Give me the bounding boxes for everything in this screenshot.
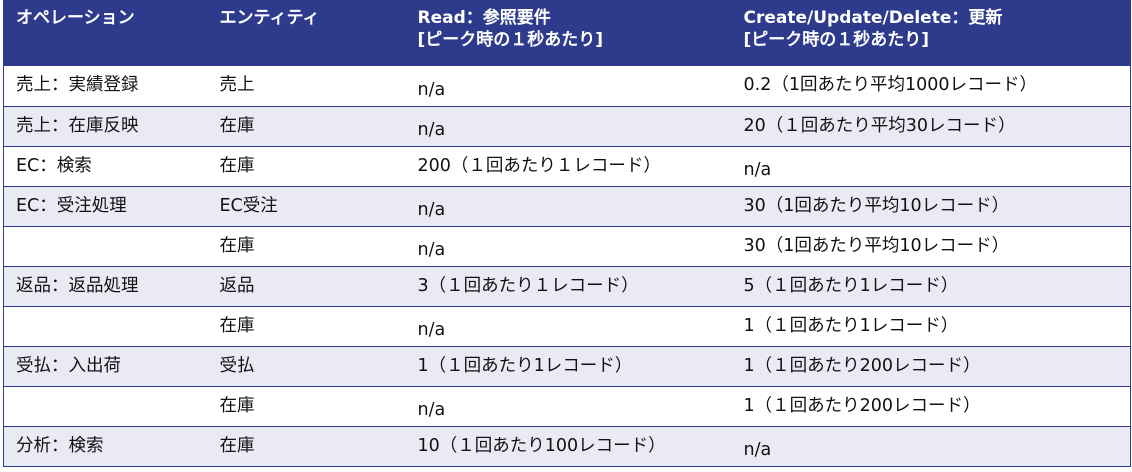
- cell-entity: 在庫: [207, 146, 406, 187]
- table-header: オペレーション エンティティ Read：参照要件 [ピーク時の１秒あたり] Cr…: [3, 0, 1131, 66]
- cell-read: 10（１回あたり100レコード）: [405, 426, 732, 467]
- cell-entity: 在庫: [207, 226, 406, 267]
- table-row: 在庫 n/a 1（１回あたり200レコード）: [3, 386, 1131, 427]
- cell-cud: 0.2（1回あたり平均1000レコード）: [731, 66, 1131, 107]
- header-read: Read：参照要件 [ピーク時の１秒あたり]: [417, 8, 604, 50]
- cell-entity: 在庫: [207, 426, 406, 467]
- cell-cud: 1（１回あたり200レコード）: [731, 386, 1131, 427]
- header-operation: オペレーション: [16, 8, 135, 28]
- cell-cud: 30（1回あたり平均10レコード）: [731, 186, 1131, 227]
- cell-operation: 売上：在庫反映: [3, 106, 208, 147]
- cell-operation: [3, 226, 208, 267]
- cell-operation: 売上：実績登録: [3, 66, 208, 107]
- cell-operation: [3, 386, 208, 427]
- table-row: 返品：返品処理 返品 3（１回あたり１レコード） 5（１回あたり1レコード）: [3, 266, 1131, 307]
- cell-cud: 20（１回あたり平均30レコード）: [731, 106, 1131, 147]
- cell-read: n/a: [405, 226, 732, 267]
- cell-read: n/a: [405, 66, 732, 107]
- header-entity: エンティティ: [219, 8, 320, 28]
- cell-operation: EC：検索: [3, 146, 208, 187]
- table-row: EC：受注処理 EC受注 n/a 30（1回あたり平均10レコード）: [3, 186, 1131, 227]
- requirements-table: オペレーション エンティティ Read：参照要件 [ピーク時の１秒あたり] Cr…: [3, 0, 1131, 467]
- cell-read: 1（１回あたり1レコード）: [405, 346, 732, 387]
- table-row: 在庫 n/a 30（1回あたり平均10レコード）: [3, 226, 1131, 267]
- cell-cud: n/a: [731, 146, 1131, 187]
- cell-entity: 受払: [207, 346, 406, 387]
- cell-entity: 在庫: [207, 306, 406, 347]
- table-row: 受払：入出荷 受払 1（１回あたり1レコード） 1（１回あたり200レコード）: [3, 346, 1131, 387]
- header-row: オペレーション エンティティ Read：参照要件 [ピーク時の１秒あたり] Cr…: [3, 0, 1131, 66]
- cell-entity: 返品: [207, 266, 406, 307]
- cell-cud: 5（１回あたり1レコード）: [731, 266, 1131, 307]
- cell-operation: 分析：検索: [3, 426, 208, 467]
- header-cud: Create/Update/Delete：更新 [ピーク時の１秒あたり]: [743, 8, 1003, 50]
- table-row: 売上：実績登録 売上 n/a 0.2（1回あたり平均1000レコード）: [3, 66, 1131, 107]
- cell-operation: 受払：入出荷: [3, 346, 208, 387]
- cell-cud: 1（１回あたり200レコード）: [731, 346, 1131, 387]
- table-row: 売上：在庫反映 在庫 n/a 20（１回あたり平均30レコード）: [3, 106, 1131, 147]
- table-row: EC：検索 在庫 200（１回あたり１レコード） n/a: [3, 146, 1131, 187]
- table-row: 在庫 n/a 1（１回あたり1レコード）: [3, 306, 1131, 347]
- cell-read: 200（１回あたり１レコード）: [405, 146, 732, 187]
- cell-operation: EC：受注処理: [3, 186, 208, 227]
- cell-cud: 1（１回あたり1レコード）: [731, 306, 1131, 347]
- cell-read: n/a: [405, 186, 732, 227]
- cell-entity: 在庫: [207, 106, 406, 147]
- cell-read: 3（１回あたり１レコード）: [405, 266, 732, 307]
- cell-read: n/a: [405, 306, 732, 347]
- cell-read: n/a: [405, 106, 732, 147]
- page: オペレーション エンティティ Read：参照要件 [ピーク時の１秒あたり] Cr…: [0, 0, 1132, 472]
- cell-entity: 売上: [207, 66, 406, 107]
- table-body: 売上：実績登録 売上 n/a 0.2（1回あたり平均1000レコード） 売上：在…: [3, 66, 1131, 467]
- cell-cud: 30（1回あたり平均10レコード）: [731, 226, 1131, 267]
- table-row: 分析：検索 在庫 10（１回あたり100レコード） n/a: [3, 426, 1131, 467]
- cell-operation: 返品：返品処理: [3, 266, 208, 307]
- cell-entity: EC受注: [207, 186, 406, 227]
- cell-cud: n/a: [731, 426, 1131, 467]
- cell-read: n/a: [405, 386, 732, 427]
- cell-operation: [3, 306, 208, 347]
- cell-entity: 在庫: [207, 386, 406, 427]
